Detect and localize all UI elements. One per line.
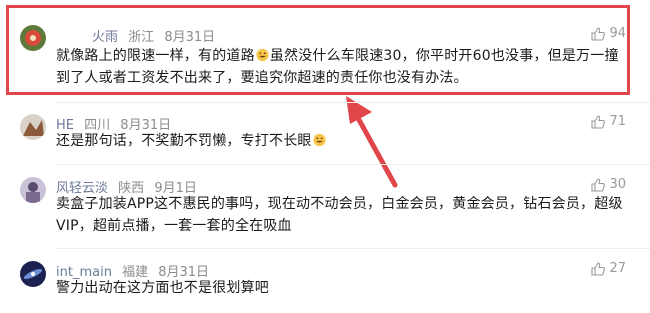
comment-text: 还是那句话，不奖勤不罚懒，专打不长眼	[56, 130, 626, 152]
comment-text: 就像路上的限速一样，有的道路 虽然没什么车限速30，你平时开60也没事，但是万一撞…	[56, 45, 626, 89]
like-count: 27	[609, 261, 626, 276]
nickname[interactable]: 火雨	[92, 30, 118, 45]
comment-text-part: 卖盒子加装APP这不惠民的事吗，现在动不动会员，白金会员，黄金会员，钻石会员，超…	[56, 196, 623, 234]
like-count: 30	[609, 177, 626, 192]
divider	[56, 164, 650, 165]
avatar[interactable]	[20, 114, 46, 140]
thumbs-up-icon	[591, 261, 606, 276]
comment-text-part: 就像路上的限速一样，有的道路	[56, 48, 255, 64]
thumbs-up-icon	[591, 177, 606, 192]
avatar[interactable]	[20, 261, 46, 287]
like-button[interactable]: 94	[591, 26, 626, 41]
divider	[56, 248, 650, 249]
like-count: 71	[609, 114, 626, 129]
comment-text: 卖盒子加装APP这不惠民的事吗，现在动不动会员，白金会员，黄金会员，钻石会员，超…	[56, 193, 626, 237]
divider	[56, 102, 650, 103]
date: 8月31日	[164, 30, 216, 45]
thumbs-up-icon	[591, 114, 606, 129]
comment-text-part: 警力出动在这方面也不是很划算吧	[56, 280, 269, 296]
region: 浙江	[128, 30, 155, 45]
like-count: 94	[609, 26, 626, 41]
comment-text-part: 还是那句话，不奖勤不罚懒，专打不长眼	[56, 133, 312, 149]
like-button[interactable]: 27	[591, 261, 626, 276]
grin-emoji-icon	[256, 48, 269, 62]
comment-text: 警力出动在这方面也不是很划算吧	[56, 277, 626, 299]
grin-emoji-icon	[312, 133, 326, 147]
comment-meta: 火雨 浙江 8月31日	[56, 26, 221, 45]
avatar[interactable]	[20, 177, 46, 203]
like-button[interactable]: 30	[591, 177, 626, 192]
avatar[interactable]	[20, 25, 46, 51]
like-button[interactable]: 71	[591, 114, 626, 129]
thumbs-up-icon	[591, 26, 606, 41]
